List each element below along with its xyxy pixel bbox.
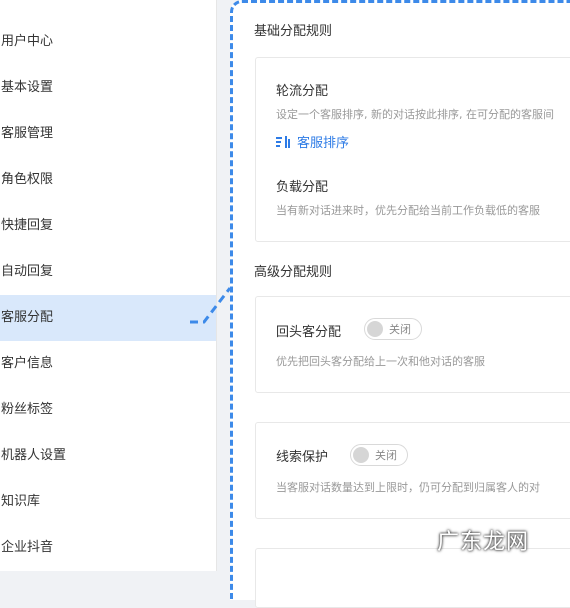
returning-customer-label: 回头客分配 [276, 325, 342, 340]
agent-sort-link[interactable]: 客服排序 [276, 132, 349, 151]
basic-rules-title: 基础分配规则 [254, 24, 333, 39]
toggle-state-label: 关闭 [389, 323, 411, 336]
sidebar-item-knowledge-base[interactable]: 知识库 [0, 479, 216, 525]
next-rule-card [255, 548, 570, 608]
round-robin-label: 轮流分配 [276, 84, 329, 99]
toggle-knob [367, 321, 383, 337]
watermark-text: 广东龙网 [437, 530, 530, 555]
lead-protection-label: 线索保护 [276, 450, 329, 465]
sidebar-item-role-permissions[interactable]: 角色权限 [0, 157, 216, 203]
lead-protection-description: 当客服对话数量达到上限时，仍可分配到归属客人的对 [276, 481, 540, 494]
advanced-rules-title: 高级分配规则 [254, 265, 333, 280]
sidebar-item-agent-management[interactable]: 客服管理 [0, 111, 216, 157]
lead-protection-toggle[interactable]: 关闭 [350, 444, 408, 466]
sidebar-item-customer-info[interactable]: 客户信息 [0, 341, 216, 387]
lead-protection-card [255, 422, 570, 519]
sidebar-item-enterprise-douyin[interactable]: 企业抖音 [0, 525, 216, 571]
returning-customer-toggle[interactable]: 关闭 [364, 318, 422, 340]
sidebar-item-fan-tags[interactable]: 粉丝标签 [0, 387, 216, 433]
returning-customer-description: 优先把回头客分配给上一次和他对话的客服 [276, 355, 485, 368]
round-robin-description: 设定一个客服排序, 新的对话按此排序, 在可分配的客服间 [276, 108, 554, 121]
sidebar-item-basic-settings[interactable]: 基本设置 [0, 65, 216, 111]
highlight-connector [190, 287, 232, 324]
returning-customer-card [255, 296, 570, 393]
sidebar-item-robot-settings[interactable]: 机器人设置 [0, 433, 216, 479]
toggle-knob [353, 447, 369, 463]
load-balance-description: 当有新对话进来时，优先分配给当前工作负载低的客服 [276, 204, 540, 217]
load-balance-label: 负载分配 [276, 180, 329, 195]
sidebar-item-auto-reply[interactable]: 自动回复 [0, 249, 216, 295]
sort-icon [276, 135, 290, 148]
sidebar-item-user-center[interactable]: 用户中心 [0, 19, 216, 65]
sidebar-item-agent-assignment[interactable]: 客服分配 [0, 295, 216, 341]
toggle-state-label: 关闭 [375, 449, 397, 462]
sidebar-item-quick-reply[interactable]: 快捷回复 [0, 203, 216, 249]
settings-sidebar: 用户中心 基本设置 客服管理 角色权限 快捷回复 自动回复 客服分配 客户信息 … [0, 0, 217, 571]
agent-sort-link-label: 客服排序 [297, 136, 350, 151]
